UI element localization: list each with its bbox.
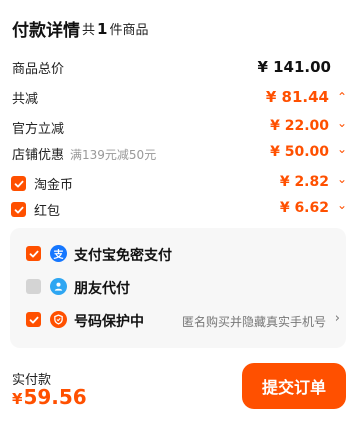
person-icon	[54, 282, 63, 291]
friend-pay-option[interactable]: 朋友代付	[10, 275, 346, 299]
taojinbi-label: 淘金币	[34, 178, 74, 193]
chevron-up-icon[interactable]: ⌃	[337, 90, 347, 104]
alipay-icon: 支	[50, 245, 67, 262]
payment-options-panel: 支 支付宝免密支付 朋友代付 号码保护中 匿名购买并隐藏真实手机号 ›	[10, 228, 346, 348]
friend-pay-icon	[50, 278, 67, 295]
alipay-checkbox[interactable]	[26, 246, 41, 261]
chevron-right-icon[interactable]: ›	[335, 311, 340, 326]
alipay-option[interactable]: 支 支付宝免密支付	[10, 242, 346, 266]
chevron-down-icon[interactable]: ⌄	[337, 142, 347, 156]
taojinbi-amount: ¥ 2.82	[279, 174, 329, 190]
official-discount-amount: ¥ 22.00	[270, 118, 329, 134]
friend-pay-label: 朋友代付	[74, 281, 130, 297]
submit-order-button[interactable]: 提交订单	[242, 363, 346, 409]
paid-amount-value: 59.56	[23, 385, 87, 409]
total-label: 商品总价	[12, 62, 65, 77]
hongbao-row[interactable]: 红包 ¥ 6.62 ⌄	[0, 198, 355, 220]
item-count-suffix: 件商品	[109, 23, 149, 38]
total-amount: ¥ 141.00	[257, 58, 331, 76]
page-title: 付款详情	[12, 21, 80, 41]
privacy-checkbox[interactable]	[26, 312, 41, 327]
hongbao-label: 红包	[34, 204, 61, 219]
official-discount-label: 官方立减	[12, 122, 65, 137]
chevron-down-icon[interactable]: ⌄	[337, 116, 347, 130]
item-count-number: 1	[97, 20, 108, 38]
check-icon	[14, 206, 23, 213]
shop-discount-label: 店铺优惠 满139元减50元	[12, 144, 156, 163]
privacy-note: 匿名购买并隐藏真实手机号	[181, 315, 326, 329]
shop-discount-row[interactable]: 店铺优惠 满139元减50元 ¥ 50.00 ⌄	[0, 142, 355, 164]
discount-label: 共减	[12, 92, 39, 107]
hongbao-amount: ¥ 6.62	[279, 200, 329, 216]
shield-icon	[50, 311, 67, 328]
privacy-option[interactable]: 号码保护中 匿名购买并隐藏真实手机号 ›	[10, 308, 346, 332]
check-icon	[14, 180, 23, 187]
total-row: 商品总价 ¥ 141.00	[0, 58, 355, 78]
paid-amount: ¥59.56	[12, 385, 87, 409]
shield-shape	[54, 314, 63, 325]
taojinbi-checkbox[interactable]	[11, 176, 26, 191]
check-icon	[29, 316, 38, 323]
hongbao-checkbox[interactable]	[11, 202, 26, 217]
discount-row[interactable]: 共减 ¥ 81.44 ⌃	[0, 88, 355, 108]
item-count: 共 1 件商品	[82, 19, 148, 38]
item-count-prefix: 共	[82, 23, 96, 38]
chevron-down-icon[interactable]: ⌄	[337, 172, 347, 186]
alipay-label: 支付宝免密支付	[74, 248, 172, 264]
shop-discount-title: 店铺优惠	[12, 148, 65, 163]
currency-symbol: ¥	[12, 390, 23, 408]
chevron-down-icon[interactable]: ⌄	[337, 198, 347, 212]
shop-discount-condition: 满139元减50元	[70, 148, 157, 162]
shop-discount-amount: ¥ 50.00	[270, 144, 329, 160]
privacy-label: 号码保护中	[74, 314, 144, 330]
discount-amount: ¥ 81.44	[265, 88, 329, 106]
taojinbi-row[interactable]: 淘金币 ¥ 2.82 ⌄	[0, 172, 355, 194]
check-icon	[29, 250, 38, 257]
friend-pay-checkbox[interactable]	[26, 279, 41, 294]
official-discount-row[interactable]: 官方立减 ¥ 22.00 ⌄	[0, 116, 355, 138]
